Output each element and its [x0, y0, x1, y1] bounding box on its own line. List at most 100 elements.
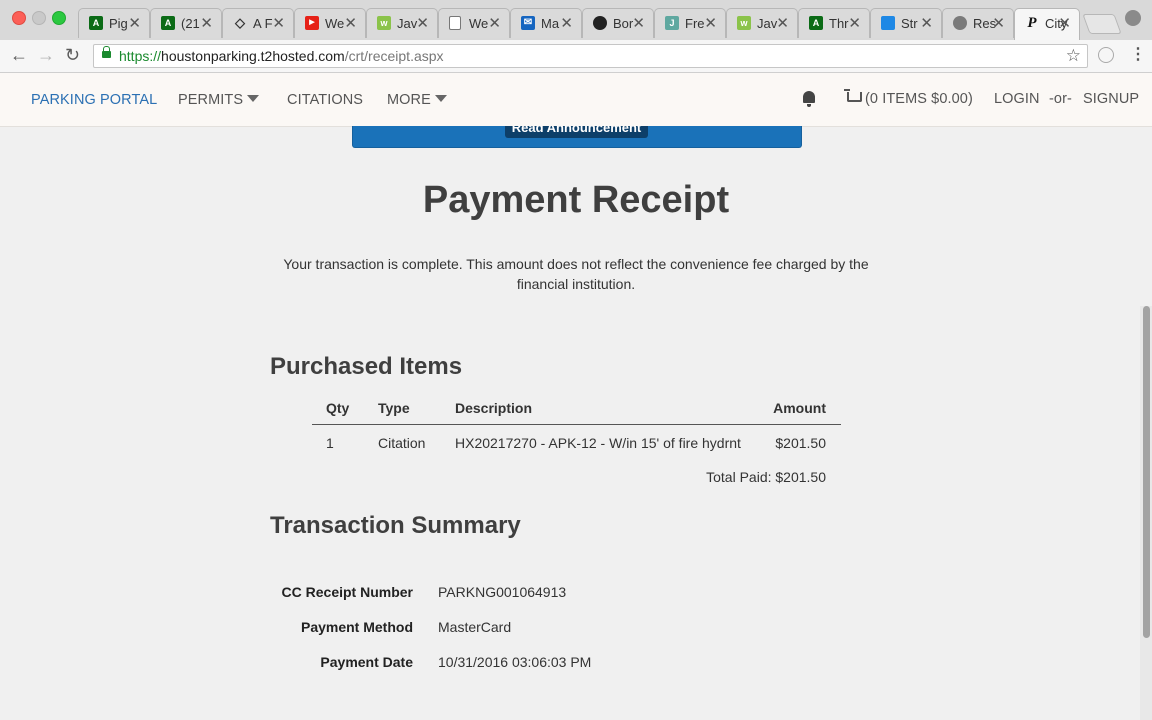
- reload-icon[interactable]: ↻: [65, 46, 80, 64]
- browser-tab-active[interactable]: P City ✕: [1014, 8, 1080, 40]
- mail-icon: ✉: [521, 16, 535, 30]
- close-icon[interactable]: ✕: [776, 14, 789, 32]
- column-header-type: Type: [378, 400, 410, 416]
- tab-title: Thr: [829, 16, 849, 31]
- column-header-qty: Qty: [326, 400, 350, 416]
- chevron-down-icon: [434, 95, 447, 102]
- tab-title: Pig: [109, 16, 128, 31]
- header-divider: [312, 424, 841, 425]
- summary-label: CC Receipt Number: [281, 584, 413, 600]
- freecodecamp-icon: J: [665, 16, 679, 30]
- summary-value: PARKNG001064913: [438, 584, 567, 600]
- codepen-icon: ◇: [235, 15, 245, 30]
- browser-tab[interactable]: ▶ We ✕: [294, 8, 366, 38]
- youtube-icon: ▶: [305, 16, 319, 30]
- column-header-amount: Amount: [773, 400, 826, 416]
- summary-label: Payment Method: [300, 619, 413, 635]
- tab-title: Bor: [613, 16, 634, 31]
- browser-tab[interactable]: Str ✕: [870, 8, 942, 38]
- signup-link[interactable]: SIGNUP: [1083, 91, 1139, 107]
- profile-icon[interactable]: [1125, 10, 1141, 26]
- intro-text: Your transaction is complete. This amoun…: [283, 256, 869, 292]
- github-icon: [593, 16, 607, 30]
- summary-value: MasterCard: [438, 619, 512, 635]
- tab-title: Jav: [397, 16, 418, 31]
- summary-value: 10/31/2016 03:06:03 PM: [438, 654, 592, 670]
- parking-portal-link[interactable]: PARKING PORTAL: [31, 92, 157, 108]
- close-icon[interactable]: ✕: [416, 14, 429, 32]
- browser-tab[interactable]: w Jav ✕: [726, 8, 798, 38]
- scrollbar-thumb[interactable]: [1143, 306, 1150, 638]
- tab-title: (21: [181, 16, 200, 31]
- forward-arrow-icon[interactable]: →: [37, 46, 55, 64]
- close-icon[interactable]: ✕: [1058, 14, 1071, 32]
- browser-tab[interactable]: w Jav ✕: [366, 8, 438, 38]
- column-header-description: Description: [455, 400, 533, 416]
- avatar-icon: [953, 16, 967, 30]
- tab-title: Fre: [685, 16, 705, 31]
- close-icon[interactable]: ✕: [344, 14, 357, 32]
- green-square-icon: A: [89, 16, 103, 30]
- url-text: https://houstonparking.t2hosted.com/crt/…: [119, 48, 444, 64]
- back-arrow-icon[interactable]: ←: [10, 46, 28, 64]
- close-window-button[interactable]: [12, 11, 26, 25]
- total-paid: Total Paid: $201.50: [706, 469, 826, 485]
- permits-menu[interactable]: PERMITS: [178, 92, 260, 108]
- lock-icon: [102, 46, 111, 58]
- citations-link[interactable]: CITATIONS: [287, 92, 363, 108]
- bell-icon[interactable]: [803, 91, 815, 107]
- page-icon: [449, 16, 461, 30]
- close-icon[interactable]: ✕: [704, 14, 717, 32]
- browser-tab[interactable]: ✉ Ma ✕: [510, 8, 582, 38]
- maximize-window-button[interactable]: [52, 11, 66, 25]
- browser-tab[interactable]: Res ✕: [942, 8, 1014, 38]
- address-bar[interactable]: https://houstonparking.t2hosted.com/crt/…: [93, 44, 1088, 68]
- cart-link[interactable]: (0 ITEMS $0.00): [865, 91, 973, 107]
- read-announcement-button[interactable]: Read Announcement ✎: [505, 126, 648, 138]
- browser-toolbar: ← → ↻ https://houstonparking.t2hosted.co…: [0, 40, 1152, 73]
- cell-qty: 1: [326, 435, 334, 451]
- summary-label: Payment Date: [320, 654, 413, 670]
- browser-tab[interactable]: Bor ✕: [582, 8, 654, 38]
- bookmark-star-icon[interactable]: ☆: [1066, 46, 1081, 66]
- minimize-window-button[interactable]: [32, 11, 46, 25]
- tab-title: Jav: [757, 16, 778, 31]
- w3-icon: w: [737, 16, 751, 30]
- cell-description: HX20217270 - APK-12 - W/in 15' of fire h…: [455, 435, 741, 451]
- login-link[interactable]: LOGIN: [994, 91, 1040, 107]
- read-announcement-label: Read Announcement: [511, 126, 642, 135]
- browser-tab[interactable]: J Fre ✕: [654, 8, 726, 38]
- tab-title: We: [325, 16, 345, 31]
- transaction-summary-heading: Transaction Summary: [270, 512, 521, 539]
- tab-title: Ma: [541, 16, 560, 31]
- page-content: PARKING PORTAL PERMITS CITATIONS MORE (0…: [0, 73, 1152, 720]
- green-square-icon: A: [809, 16, 823, 30]
- tab-title: A F: [253, 16, 273, 31]
- site-navbar: PARKING PORTAL PERMITS CITATIONS MORE (0…: [0, 73, 1152, 127]
- green-square-icon: A: [161, 16, 175, 30]
- close-icon[interactable]: ✕: [200, 14, 213, 32]
- close-icon[interactable]: ✕: [272, 14, 285, 32]
- browser-tab[interactable]: A Thr ✕: [798, 8, 870, 38]
- page-scrollbar[interactable]: [1140, 306, 1152, 720]
- cart-icon[interactable]: [844, 89, 862, 102]
- close-icon[interactable]: ✕: [848, 14, 861, 32]
- extension-icon[interactable]: [1098, 47, 1114, 63]
- tab-title: We: [469, 16, 489, 31]
- close-icon[interactable]: ✕: [632, 14, 645, 32]
- cell-type: Citation: [378, 435, 426, 451]
- browser-menu-icon[interactable]: ⋮: [1130, 44, 1146, 64]
- close-icon[interactable]: ✕: [488, 14, 501, 32]
- close-icon[interactable]: ✕: [920, 14, 933, 32]
- browser-tab-strip: A Pig ✕ A (21 ✕ ◇ A F ✕ ▶ We ✕ w Jav ✕ W…: [0, 0, 1152, 40]
- browser-tab[interactable]: We ✕: [438, 8, 510, 38]
- browser-tab[interactable]: A Pig ✕: [78, 8, 150, 38]
- close-icon[interactable]: ✕: [560, 14, 573, 32]
- close-icon[interactable]: ✕: [128, 14, 141, 32]
- more-menu[interactable]: MORE: [387, 92, 447, 108]
- close-icon[interactable]: ✕: [992, 14, 1005, 32]
- browser-tab[interactable]: A (21 ✕: [150, 8, 222, 38]
- new-tab-button[interactable]: [1082, 14, 1122, 34]
- browser-tab[interactable]: ◇ A F ✕: [222, 8, 294, 38]
- purchased-items-heading: Purchased Items: [270, 353, 463, 380]
